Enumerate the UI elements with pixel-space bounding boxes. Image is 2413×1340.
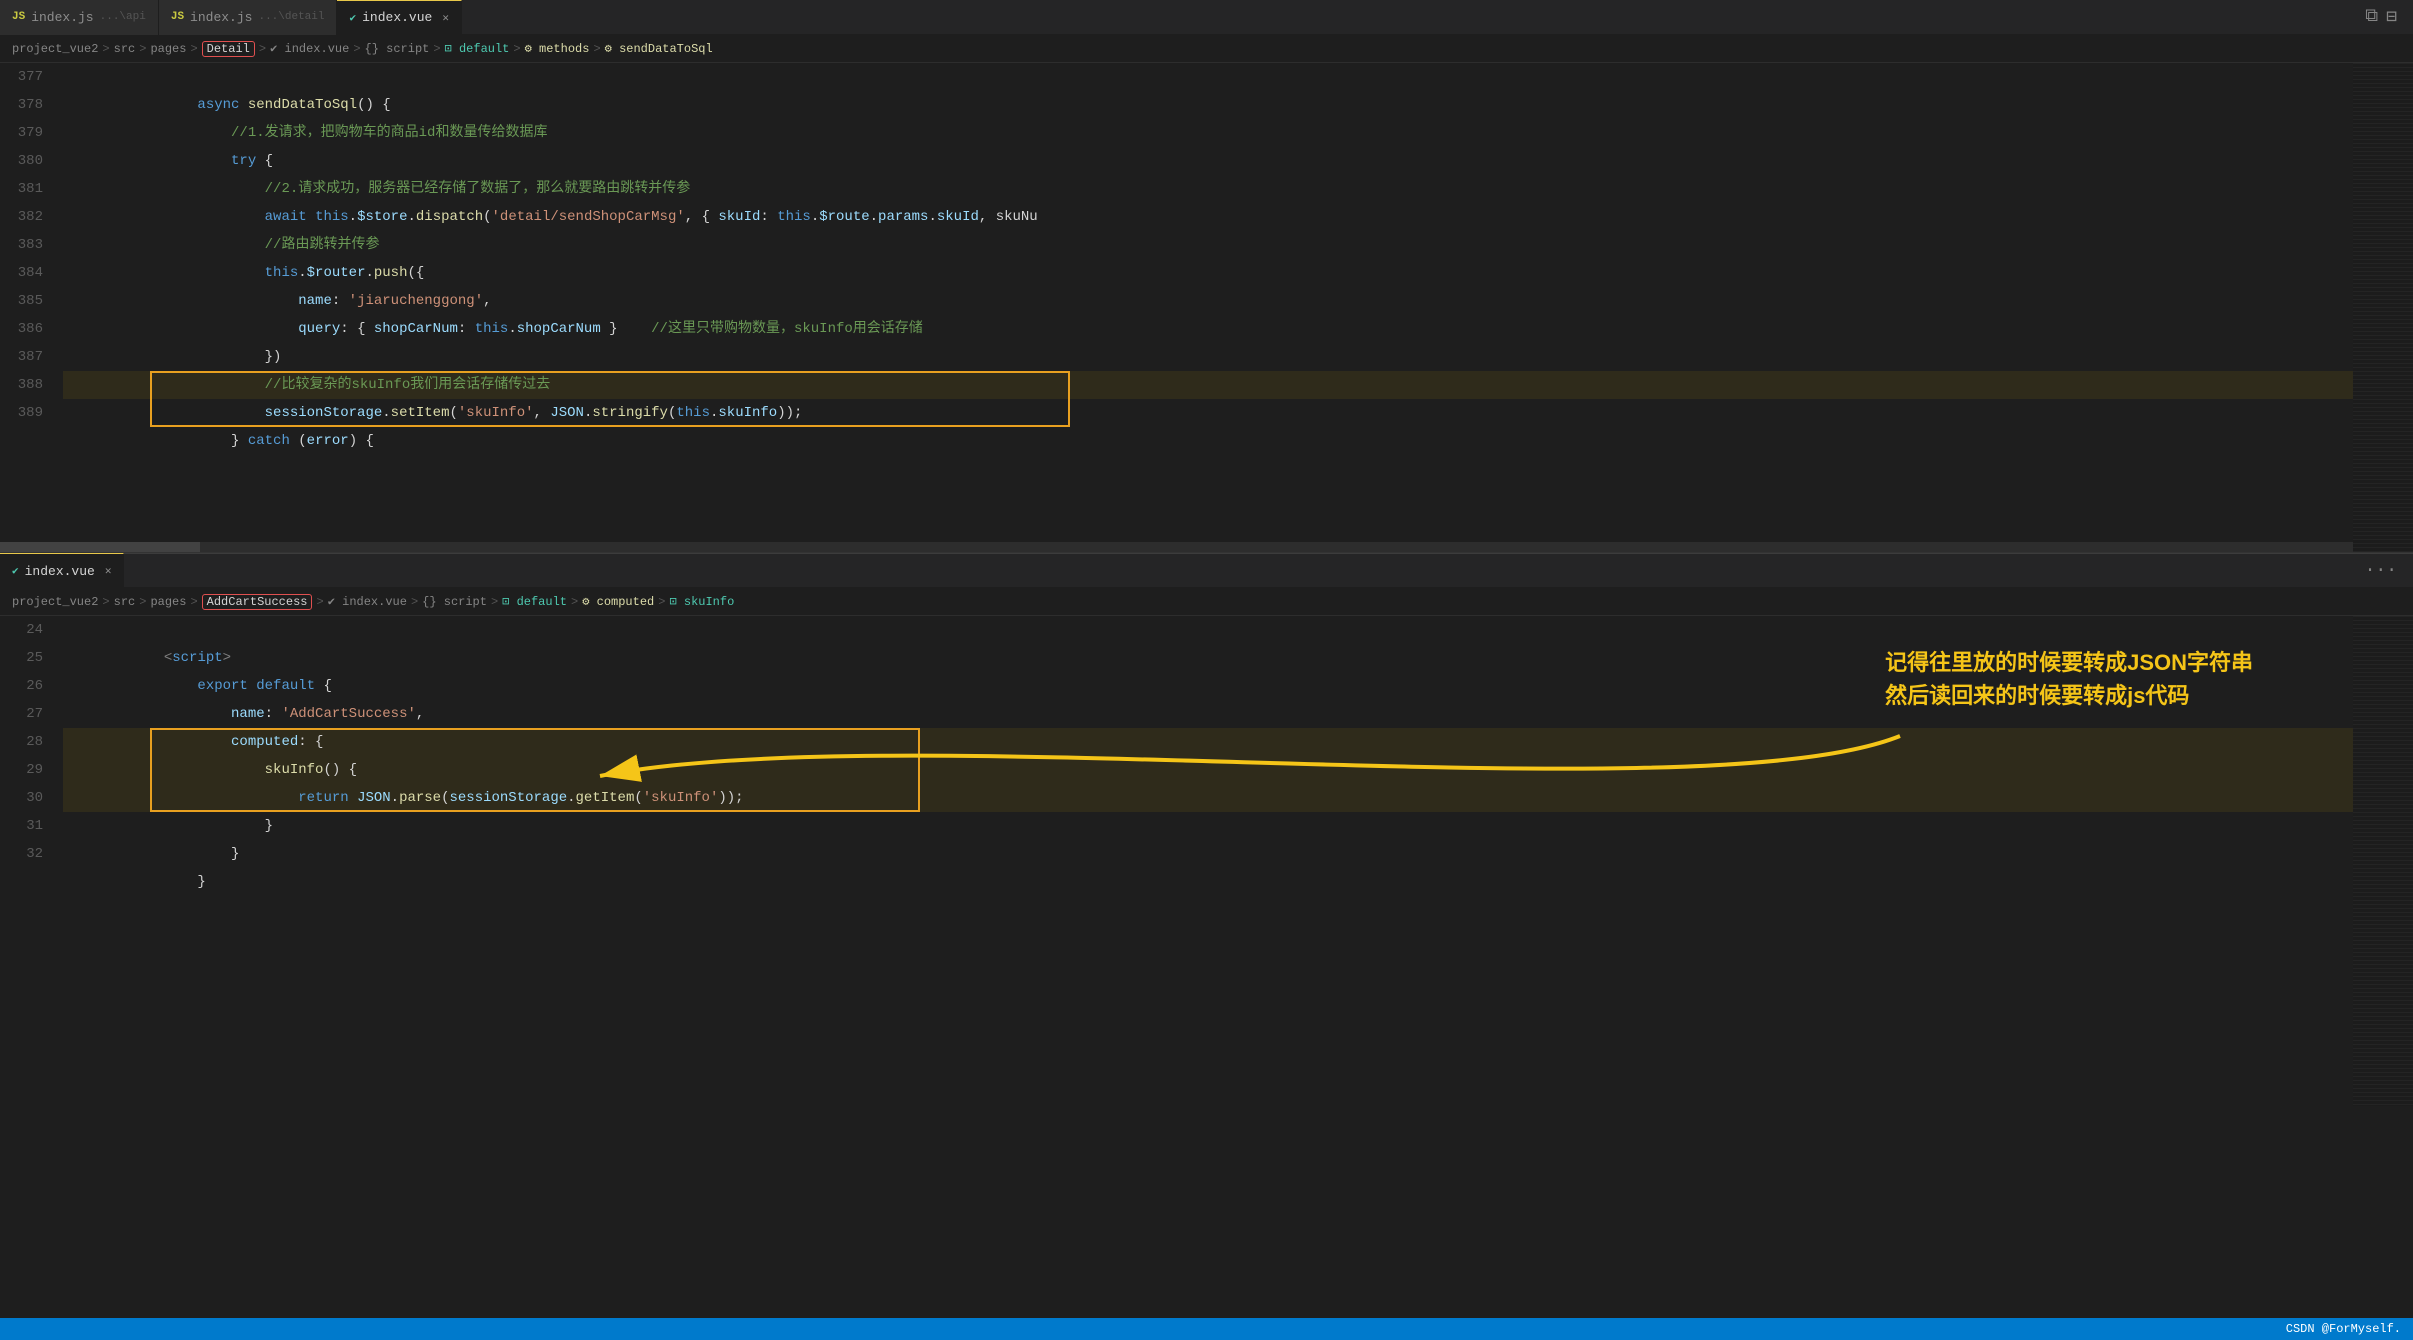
code-line-378: //1.发请求，把购物车的商品id和数量传给数据库 (63, 91, 2413, 119)
bottom-minimap-content (2353, 616, 2413, 1106)
bc2-pages: pages (150, 595, 186, 609)
bc2-skuinfo: ⊡ skuInfo (669, 594, 734, 609)
bc2-sep-5: > (411, 595, 418, 609)
top-breadcrumb: project_vue2 > src > pages > Detail > ✔ … (0, 35, 2413, 63)
bc2-sep-3: > (190, 595, 197, 609)
bottom-tab-close-button[interactable]: ✕ (105, 564, 112, 578)
top-editor-pane: 377 378 379 380 381 382 383 384 385 386 … (0, 63, 2413, 553)
bc-sep-5: > (353, 42, 360, 56)
tab-label-2: index.js (190, 10, 252, 25)
bottom-ellipsis-icon[interactable]: ··· (2365, 561, 2397, 581)
bc2-script: {} script (422, 595, 487, 609)
bc-sep-7: > (513, 42, 520, 56)
bottom-minimap (2353, 616, 2413, 1106)
code-line-377: async sendDataToSql() { (63, 63, 2413, 91)
bc-src: src (114, 42, 136, 56)
bc2-sep-1: > (102, 595, 109, 609)
code-line-387: //比较复杂的skuInfo我们用会话存储传过去 (63, 343, 2413, 371)
tab-index-vue-active[interactable]: ✔ index.vue ✕ (337, 0, 461, 35)
bottom-window-icons: ··· (2365, 561, 2413, 581)
bc-script: {} script (365, 42, 430, 56)
code-line-29: return JSON.parse(sessionStorage.getItem… (63, 756, 2413, 784)
bc2-sep-8: > (658, 595, 665, 609)
bc-detail-highlighted: Detail (202, 41, 255, 57)
js-icon: JS (12, 11, 25, 23)
code-lines-top: async sendDataToSql() { //1.发请求，把购物车的商品i… (55, 63, 2413, 427)
bc2-addcartsuccess-highlighted: AddCartSuccess (202, 594, 313, 610)
bc2-default: ⊡ default (502, 594, 567, 609)
bc-sep-3: > (190, 42, 197, 56)
tab-label: index.js (31, 10, 93, 25)
tab-index-js-api[interactable]: JS index.js ...\api (0, 0, 159, 35)
bc-default: ⊡ default (445, 41, 510, 56)
vue-icon: ✔ (349, 11, 356, 25)
top-minimap (2353, 63, 2413, 552)
bc-sep-6: > (433, 42, 440, 56)
bc-sep-2: > (139, 42, 146, 56)
bc-pages: pages (150, 42, 186, 56)
code-line-28: skuInfo() { (63, 728, 2413, 756)
line-numbers-bottom: 24 25 26 27 28 29 30 31 32 (0, 616, 55, 868)
top-scrollbar-thumb[interactable] (0, 542, 200, 552)
bottom-tab-bar: ✔ index.vue ✕ ··· (0, 553, 2413, 588)
code-line-380: //2.请求成功，服务器已经存储了数据了，那么就要路由跳转并传参 (63, 147, 2413, 175)
bc2-sep-4: > (316, 595, 323, 609)
code-line-24: <script> (63, 616, 2413, 644)
bc-sep-8: > (593, 42, 600, 56)
window-icons: ⧉ ⊟ (2365, 6, 2413, 28)
tab-label-3: index.vue (362, 10, 432, 25)
code-line-32: } (63, 840, 2413, 868)
bottom-tab-label: index.vue (25, 564, 95, 579)
tab-index-js-detail[interactable]: JS index.js ...\detail (159, 0, 338, 35)
top-minimap-content (2353, 63, 2413, 552)
status-bar: CSDN @ForMyself. (0, 1318, 2413, 1340)
bc2-src: src (114, 595, 136, 609)
bc-methods: ⚙ methods (525, 41, 590, 56)
bc2-sep-6: > (491, 595, 498, 609)
line-numbers-top: 377 378 379 380 381 382 383 384 385 386 … (0, 63, 55, 427)
bc-sep-1: > (102, 42, 109, 56)
tab-bar: JS index.js ...\api JS index.js ...\deta… (0, 0, 2413, 35)
bc2-sep-7: > (571, 595, 578, 609)
bc2-file: ✔ index.vue (328, 594, 407, 609)
bottom-tab-index-vue[interactable]: ✔ index.vue ✕ (0, 553, 124, 588)
layout-icon[interactable]: ⊟ (2386, 6, 2397, 28)
bc-sep-4: > (259, 42, 266, 56)
top-scrollbar[interactable] (0, 542, 2353, 552)
bottom-breadcrumb: project_vue2 > src > pages > AddCartSucc… (0, 588, 2413, 616)
split-editor-icon[interactable]: ⧉ (2365, 6, 2378, 28)
vue-icon-bottom: ✔ (12, 564, 19, 578)
bc2-sep-2: > (139, 595, 146, 609)
code-line-383: this.$router.push({ (63, 231, 2413, 259)
bottom-editor-pane: 24 25 26 27 28 29 30 31 32 <script> expo… (0, 616, 2413, 1106)
tab-path-2: ...\detail (258, 11, 324, 23)
annotation-label: 记得往里放的时候要转成JSON字符串然后读回来的时候要转成js代码 (1885, 650, 2253, 708)
bc2-project: project_vue2 (12, 595, 98, 609)
code-line-31: } (63, 812, 2413, 840)
annotation-text: 记得往里放的时候要转成JSON字符串然后读回来的时候要转成js代码 (1885, 646, 2253, 712)
status-bar-text: CSDN @ForMyself. (2286, 1322, 2401, 1336)
tab-path: ...\api (100, 11, 146, 23)
bc-file: ✔ index.vue (270, 41, 349, 56)
code-area-top: 377 378 379 380 381 382 383 384 385 386 … (0, 63, 2413, 427)
bc2-computed: ⚙ computed (582, 594, 654, 609)
bc-project: project_vue2 (12, 42, 98, 56)
js-icon-2: JS (171, 11, 184, 23)
bc-senddatasql: ⚙ sendDataToSql (605, 41, 713, 56)
tab-close-button[interactable]: ✕ (442, 11, 449, 25)
